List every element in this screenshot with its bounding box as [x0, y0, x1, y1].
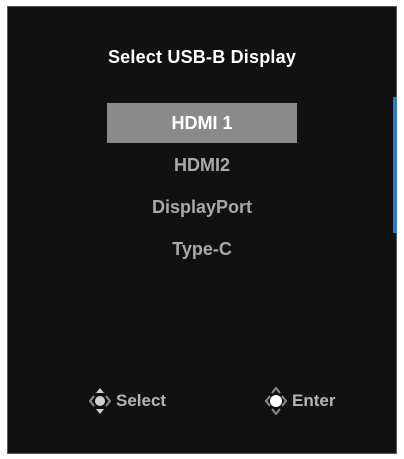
- osd-menu: Select USB-B Display HDMI 1 HDMI2 Displa…: [7, 6, 397, 454]
- scroll-indicator: [393, 97, 397, 233]
- option-hdmi-1[interactable]: HDMI 1: [107, 103, 297, 143]
- control-hints: Select Enter: [8, 387, 396, 417]
- menu-title: Select USB-B Display: [107, 47, 297, 67]
- option-displayport[interactable]: DisplayPort: [107, 187, 297, 227]
- enter-hint: Enter: [264, 387, 335, 415]
- joystick-press-icon: [264, 387, 288, 415]
- option-type-c[interactable]: Type-C: [107, 229, 297, 269]
- option-hdmi-2[interactable]: HDMI2: [107, 145, 297, 185]
- enter-hint-label: Enter: [292, 391, 336, 410]
- select-hint-label: Select: [116, 391, 167, 410]
- joystick-updown-icon: [88, 388, 112, 414]
- select-hint: Select: [88, 387, 166, 415]
- usb-b-display-option-list: HDMI 1 HDMI2 DisplayPort Type-C: [8, 103, 396, 269]
